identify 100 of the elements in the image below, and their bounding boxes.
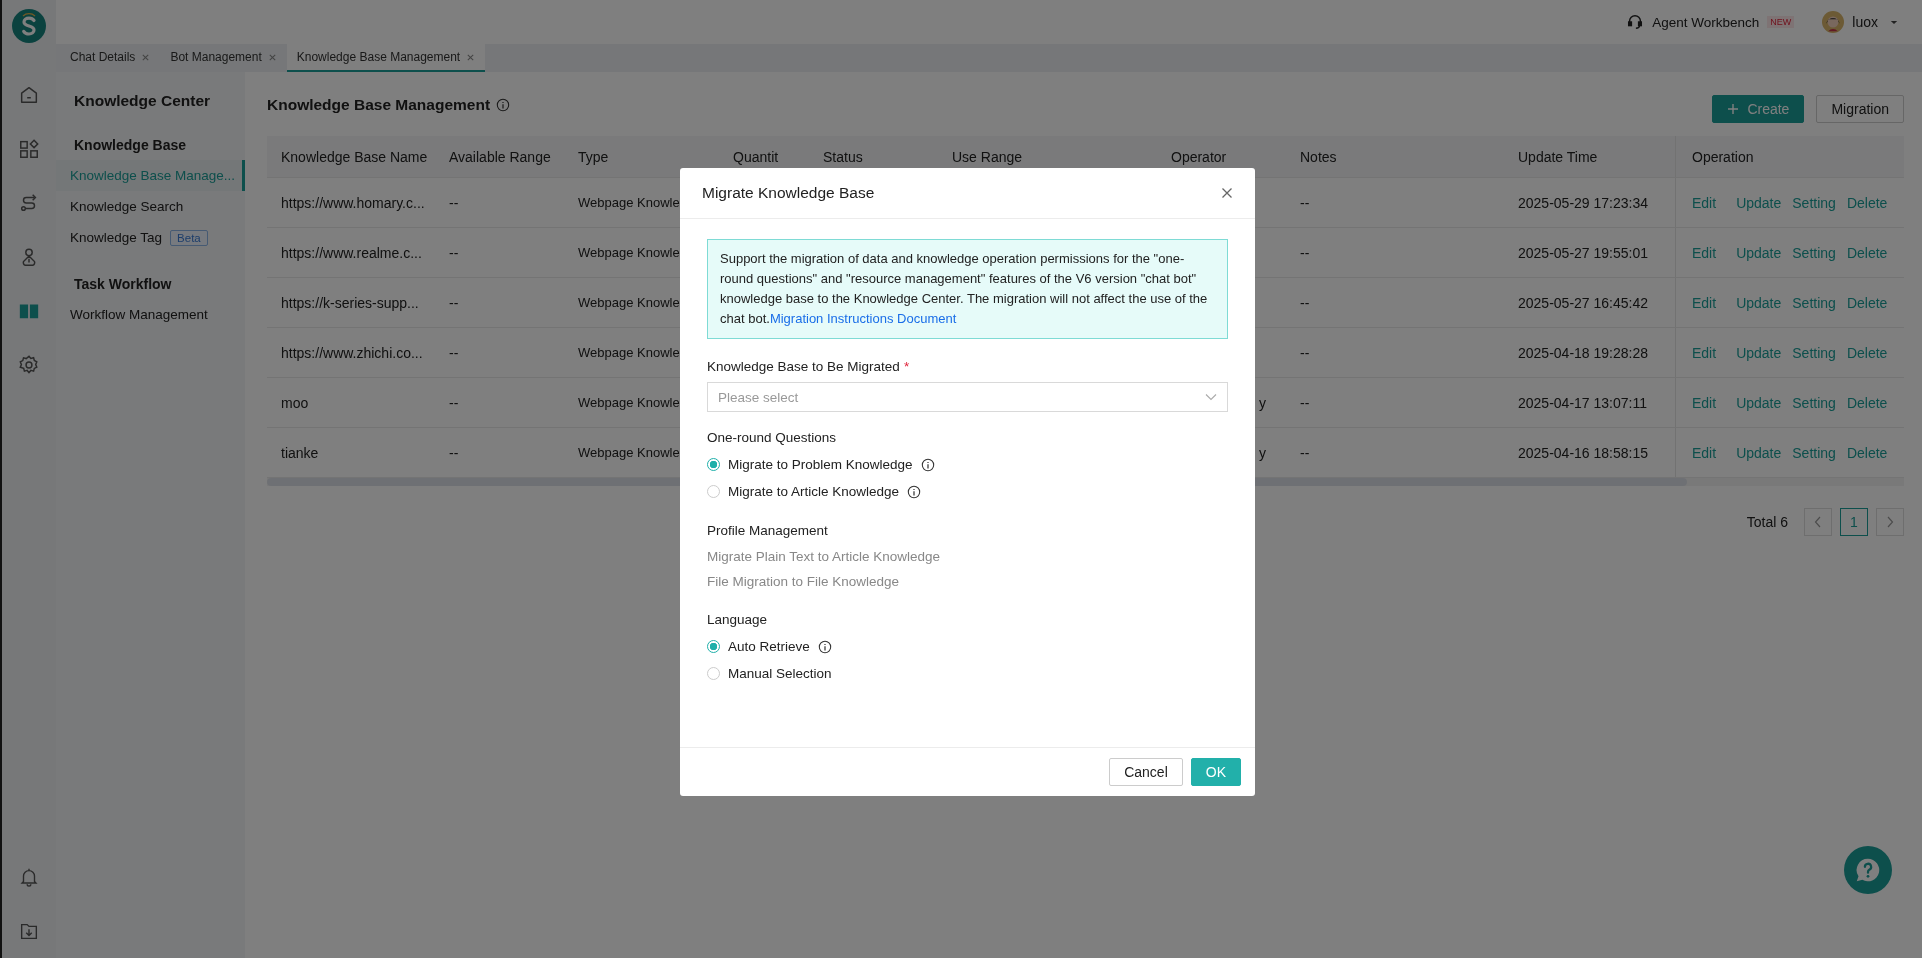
- action-link[interactable]: Delete: [1846, 294, 1888, 311]
- column-header: Notes: [1299, 147, 1338, 167]
- help-button[interactable]: [1844, 846, 1892, 894]
- create-button[interactable]: Create: [1712, 95, 1805, 123]
- table-cell: Webpage Knowle: [578, 245, 680, 260]
- action-link[interactable]: Edit: [1692, 194, 1717, 211]
- action-link[interactable]: Delete: [1846, 244, 1888, 261]
- table-cell-text: https://www.zhichi.co...: [280, 343, 424, 363]
- user-name[interactable]: luox: [1852, 14, 1878, 30]
- page-tab[interactable]: Knowledge Base Management: [286, 44, 486, 72]
- action-link[interactable]: Update: [1736, 244, 1782, 261]
- beta-badge: Beta: [170, 229, 208, 246]
- nav-item-label[interactable]: Workflow Management: [70, 307, 208, 322]
- table-cell-text: --: [448, 293, 460, 313]
- info-icon[interactable]: [920, 457, 935, 472]
- table-cell-text: --: [1299, 443, 1311, 463]
- radio-label[interactable]: Auto Retrieve: [728, 639, 810, 654]
- action-link[interactable]: Edit: [1692, 294, 1717, 311]
- chevron-down-icon: [1205, 393, 1217, 401]
- tab-label[interactable]: Knowledge Base Management: [296, 50, 461, 64]
- page-tab[interactable]: Bot Management: [160, 44, 287, 72]
- bell-icon[interactable]: [18, 866, 40, 888]
- option-text: File Migration to File Knowledge: [707, 573, 901, 591]
- tab-label[interactable]: Chat Details: [70, 50, 136, 64]
- cancel-button[interactable]: Cancel: [1109, 758, 1183, 786]
- action-link[interactable]: Update: [1736, 394, 1782, 411]
- action-link[interactable]: Delete: [1846, 444, 1888, 461]
- table-cell-text: --: [1299, 193, 1311, 213]
- action-link[interactable]: Setting: [1792, 244, 1836, 261]
- close-icon[interactable]: [466, 52, 476, 62]
- table-cell-text: https://k-series-supp...: [280, 293, 420, 313]
- column-header: Operator: [1170, 147, 1228, 167]
- nav-item-label[interactable]: Knowledge Tag: [70, 230, 163, 245]
- table-cell-text: --: [1299, 243, 1311, 263]
- radio-label[interactable]: Manual Selection: [728, 666, 832, 681]
- action-link[interactable]: Setting: [1792, 394, 1836, 411]
- new-badge: NEW: [1767, 16, 1795, 28]
- radio-button[interactable]: [707, 458, 720, 471]
- info-icon[interactable]: [496, 98, 511, 112]
- nav-item-label[interactable]: Knowledge Base Manage...: [70, 168, 236, 183]
- table-cell-text: 2025-05-27 16:45:42: [1517, 293, 1649, 313]
- ok-button[interactable]: OK: [1190, 758, 1241, 786]
- nav-item[interactable]: Knowledge Tag Beta: [56, 222, 245, 253]
- action-link[interactable]: Edit: [1692, 344, 1717, 361]
- action-link[interactable]: Update: [1736, 344, 1782, 361]
- column-header: Use Range: [951, 147, 1024, 167]
- action-link[interactable]: Setting: [1792, 444, 1836, 461]
- nav-item[interactable]: Workflow Management: [56, 299, 245, 330]
- table-cell-text: --: [448, 343, 460, 363]
- action-link[interactable]: Setting: [1792, 344, 1836, 361]
- settings-icon[interactable]: [18, 354, 40, 376]
- action-link[interactable]: Setting: [1792, 194, 1836, 211]
- nav-group-title: Task Workflow: [73, 275, 173, 294]
- table-cell-text: 2025-04-18 19:28:28: [1517, 343, 1649, 363]
- nav-item[interactable]: Knowledge Search: [56, 191, 245, 222]
- radio-label[interactable]: Migrate to Problem Knowledge: [728, 457, 913, 472]
- required-mark: *: [903, 359, 910, 374]
- action-link[interactable]: Delete: [1846, 194, 1888, 211]
- close-icon[interactable]: [1221, 187, 1233, 199]
- action-link[interactable]: Setting: [1792, 294, 1836, 311]
- caret-icon[interactable]: [1890, 19, 1898, 25]
- chevron-left-icon: [1814, 516, 1822, 528]
- table-cell: y: [1259, 394, 1266, 411]
- action-link[interactable]: Delete: [1846, 394, 1888, 411]
- instructions-link[interactable]: Migration Instructions Document: [769, 311, 957, 326]
- table-cell: y: [1259, 444, 1266, 461]
- radio-button[interactable]: [707, 640, 720, 653]
- workbench-link[interactable]: Agent Workbench: [1652, 14, 1760, 30]
- info-icon[interactable]: [817, 639, 832, 654]
- action-link[interactable]: Edit: [1692, 444, 1717, 461]
- action-link[interactable]: Update: [1736, 294, 1782, 311]
- nav-item-label[interactable]: Knowledge Search: [70, 199, 184, 214]
- migration-button[interactable]: Migration: [1816, 95, 1904, 123]
- apps-icon[interactable]: [18, 138, 40, 160]
- radio-label[interactable]: Migrate to Article Knowledge: [728, 484, 900, 499]
- column-header: Quantit: [732, 147, 780, 167]
- tab-label[interactable]: Bot Management: [170, 50, 262, 64]
- table-cell-text: --: [448, 393, 460, 413]
- select-placeholder: Please select: [718, 389, 799, 405]
- page-button[interactable]: 1: [1840, 508, 1868, 536]
- table-cell: Webpage Knowle: [578, 295, 680, 310]
- action-link[interactable]: Delete: [1846, 344, 1888, 361]
- total-count: Total 6: [1746, 514, 1788, 530]
- action-link[interactable]: Edit: [1692, 244, 1717, 261]
- page-tab[interactable]: Chat Details: [60, 44, 161, 72]
- page-title: Knowledge Base Management: [267, 96, 491, 114]
- knowledge-base-select[interactable]: Please select: [707, 382, 1228, 412]
- table-cell-text: 2025-05-29 17:23:34: [1517, 193, 1649, 213]
- home-icon[interactable]: [18, 84, 40, 106]
- column-header: Operation: [1675, 136, 1904, 177]
- avatar-icon[interactable]: [1822, 11, 1845, 33]
- info-icon[interactable]: [907, 484, 922, 499]
- action-link[interactable]: Update: [1736, 444, 1782, 461]
- headset-icon[interactable]: [1626, 13, 1645, 31]
- chevron-right-icon: [1886, 516, 1894, 528]
- table-cell-text: --: [1299, 393, 1311, 413]
- action-link[interactable]: Update: [1736, 194, 1782, 211]
- section-title: Language: [707, 612, 769, 627]
- nav-item[interactable]: Knowledge Base Manage...: [56, 160, 245, 191]
- action-link[interactable]: Edit: [1692, 394, 1717, 411]
